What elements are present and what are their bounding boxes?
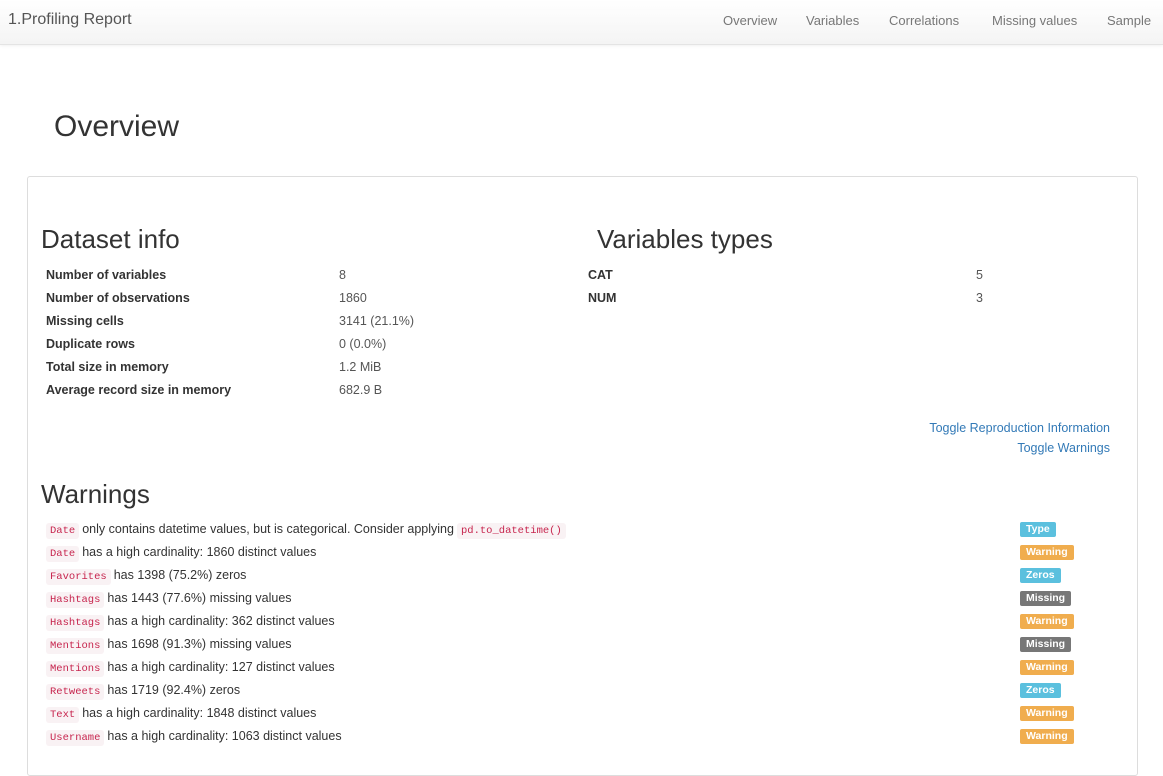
function-code: pd.to_datetime(): [456, 523, 566, 539]
nav-variables[interactable]: Variables: [806, 13, 859, 28]
variable-type-key: NUM: [588, 290, 617, 305]
variable-code[interactable]: Mentions: [46, 638, 105, 654]
warning-badge: Warning: [1020, 706, 1074, 721]
variable-code[interactable]: Mentions: [46, 661, 105, 677]
nav-correlations[interactable]: Correlations: [889, 13, 959, 28]
variable-code[interactable]: Retweets: [46, 684, 105, 700]
warning-badge: Warning: [1020, 729, 1074, 744]
zeros-badge: Zeros: [1020, 683, 1061, 698]
toggle-warnings-link[interactable]: Toggle Warnings: [1017, 441, 1110, 455]
dataset-info-table: Number of variables 8 Number of observat…: [46, 263, 414, 401]
warning-badge: Warning: [1020, 545, 1074, 560]
variable-code[interactable]: Date: [46, 523, 80, 539]
nav-overview[interactable]: Overview: [723, 13, 777, 28]
variable-types-table: CAT 5 NUM 3: [588, 263, 983, 309]
variable-types-title: Variables types: [597, 224, 773, 254]
warning-text: has a high cardinality: 1848 distinct va…: [82, 706, 317, 720]
dataset-info-value: 1.2 MiB: [339, 359, 382, 374]
list-item: Mentions has 1698 (91.3%) missing values …: [46, 633, 1086, 656]
list-item: Date only contains datetime values, but i…: [46, 518, 1086, 541]
warning-badge: Warning: [1020, 614, 1074, 629]
variable-code[interactable]: Favorites: [46, 569, 111, 585]
nav-missing-values[interactable]: Missing values: [992, 13, 1077, 28]
list-item: Retweets has 1719 (92.4%) zeros Zeros: [46, 679, 1086, 702]
variable-code[interactable]: Text: [46, 707, 80, 723]
dataset-info-value: 682.9 B: [339, 382, 383, 397]
variable-type-value: 3: [976, 290, 983, 305]
table-row: NUM 3: [588, 286, 983, 309]
warning-text: has 1698 (91.3%) missing values: [107, 637, 292, 651]
table-row: Missing cells 3141 (21.1%): [46, 309, 414, 332]
variable-code[interactable]: Date: [46, 546, 80, 562]
warning-text: has 1719 (92.4%) zeros: [107, 683, 241, 697]
list-item: Hashtags has a high cardinality: 362 dist…: [46, 610, 1086, 633]
dataset-info-value: 1860: [339, 290, 367, 305]
toggle-reproduction-link[interactable]: Toggle Reproduction Information: [929, 421, 1110, 435]
variable-type-value: 5: [976, 267, 983, 282]
warning-text: has a high cardinality: 1860 distinct va…: [82, 545, 317, 559]
warning-text: has 1443 (77.6%) missing values: [107, 591, 292, 605]
zeros-badge: Zeros: [1020, 568, 1061, 583]
warnings-list: Date only contains datetime values, but i…: [46, 518, 1086, 748]
list-item: Favorites has 1398 (75.2%) zeros Zeros: [46, 564, 1086, 587]
variable-code[interactable]: Username: [46, 730, 105, 746]
variable-code[interactable]: Hashtags: [46, 592, 105, 608]
list-item: Mentions has a high cardinality: 127 dist…: [46, 656, 1086, 679]
page-title: Overview: [54, 110, 180, 143]
brand-link[interactable]: 1.Profiling Report: [8, 11, 132, 29]
warning-badge: Warning: [1020, 660, 1074, 675]
dataset-info-key: Duplicate rows: [46, 336, 135, 351]
dataset-info-key: Missing cells: [46, 313, 124, 328]
list-item: Hashtags has 1443 (77.6%) missing values …: [46, 587, 1086, 610]
dataset-info-value: 8: [339, 267, 346, 282]
navbar: 1.Profiling Report Overview Variables Co…: [0, 0, 1163, 45]
dataset-info-title: Dataset info: [41, 224, 180, 254]
dataset-info-value: 3141 (21.1%): [339, 313, 415, 328]
variable-type-key: CAT: [588, 267, 613, 282]
list-item: Date has a high cardinality: 1860 distinc…: [46, 541, 1086, 564]
warning-text: has a high cardinality: 1063 distinct va…: [107, 729, 342, 743]
warnings-title: Warnings: [41, 479, 150, 509]
warning-text: only contains datetime values, but is ca…: [82, 522, 454, 536]
table-row: Duplicate rows 0 (0.0%): [46, 332, 414, 355]
table-row: Total size in memory 1.2 MiB: [46, 355, 414, 378]
type-badge: Type: [1020, 522, 1056, 537]
warning-text: has 1398 (75.2%) zeros: [113, 568, 247, 582]
missing-badge: Missing: [1020, 591, 1072, 606]
nav-sample[interactable]: Sample: [1107, 13, 1151, 28]
warning-text: has a high cardinality: 362 distinct val…: [107, 614, 335, 628]
list-item: Text has a high cardinality: 1848 distinc…: [46, 702, 1086, 725]
list-item: Username has a high cardinality: 1063 dis…: [46, 725, 1086, 748]
missing-badge: Missing: [1020, 637, 1072, 652]
dataset-info-key: Number of variables: [46, 267, 167, 282]
table-row: Number of variables 8: [46, 263, 414, 286]
dataset-info-key: Average record size in memory: [46, 382, 232, 397]
dataset-info-key: Total size in memory: [46, 359, 169, 374]
table-row: Average record size in memory 682.9 B: [46, 378, 414, 401]
dataset-info-key: Number of observations: [46, 290, 190, 305]
table-row: CAT 5: [588, 263, 983, 286]
overview-panel: Dataset info Number of variables 8 Numbe…: [27, 176, 1138, 776]
variable-code[interactable]: Hashtags: [46, 615, 105, 631]
warning-text: has a high cardinality: 127 distinct val…: [107, 660, 335, 674]
dataset-info-value: 0 (0.0%): [339, 336, 387, 351]
table-row: Number of observations 1860: [46, 286, 414, 309]
